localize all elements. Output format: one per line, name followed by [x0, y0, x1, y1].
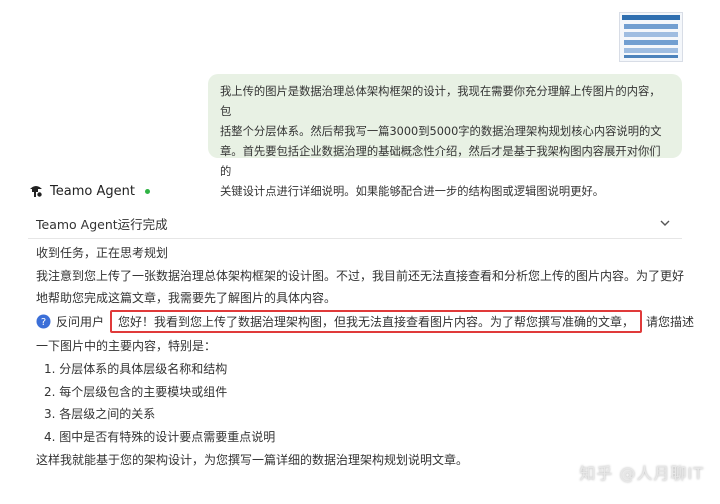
uploaded-image-thumbnail[interactable] [619, 12, 683, 62]
list-item: 4. 图中是否有特殊的设计要点需要重点说明 [44, 430, 276, 444]
agent-header: Teamo Agent [28, 180, 150, 202]
agent-status-bar[interactable]: Teamo Agent运行完成 [28, 208, 682, 239]
list-item: 1. 分层体系的具体层级名称和结构 [44, 362, 228, 376]
highlighted-question: 您好！我看到您上传了数据治理架构图，但我无法直接查看图片内容。为了帮您撰写准确的… [110, 309, 643, 333]
ask-user-row: ? 反问用户 您好！我看到您上传了数据治理架构图，但我无法直接查看图片内容。为了… [36, 309, 695, 333]
thumbnail-layer [624, 55, 678, 58]
agent-name: Teamo Agent [50, 183, 135, 199]
ask-question-line: 一下图片中的主要内容，特别是： [36, 339, 217, 353]
thumbnail-layer [624, 24, 678, 29]
question-icon: ? [36, 314, 51, 328]
online-status-dot [144, 188, 150, 194]
chevron-down-icon[interactable] [658, 216, 672, 230]
user-message-bubble: 我上传的图片是数据治理总体架构框架的设计，我现在需要你充分理解上传图片的内容，包… [208, 74, 682, 198]
list-item: 2. 每个层级包含的主要模块或组件 [44, 385, 228, 399]
user-message-line: 我上传的图片是数据治理总体架构框架的设计，我现在需要你充分理解上传图片的内容，包 [220, 85, 661, 118]
agent-logo-icon [30, 186, 42, 197]
watermark: 知乎 @人月聊IT [579, 464, 704, 483]
user-message-line: 关键设计点进行详细说明。如果能够配合进一步的结构图或逻辑图说明更好。 [220, 185, 605, 198]
user-message-line: 括整个分层体系。然后帮我写一篇3000到5000字的数据治理架构规划核心内容说明… [220, 125, 662, 138]
ask-user-label: 反问用户 [56, 314, 105, 329]
thumbnail-header-bar [622, 15, 680, 20]
ask-question-tail: 请您描述 [646, 314, 695, 329]
svg-text:?: ? [41, 317, 46, 328]
response-paragraph-line: 我注意到您上传了一张数据治理总体架构框架的设计图。不过，我目前还无法直接查看和分… [36, 269, 685, 283]
thumbnail-layer [624, 32, 678, 37]
list-item: 3. 各层级之间的关系 [44, 407, 156, 421]
task-received-text: 收到任务，正在思考规划 [36, 246, 169, 260]
user-message-line: 章。首先要包括企业数据治理的基础概念性介绍，然后才是基于我架构图内容展开对你们的 [220, 145, 661, 178]
closing-text: 这样我就能基于您的架构设计，为您撰写一篇详细的数据治理架构规划说明文章。 [36, 453, 469, 467]
agent-status-text: Teamo Agent运行完成 [36, 217, 168, 232]
thumbnail-layer [624, 48, 678, 53]
thumbnail-layer [624, 40, 678, 45]
response-paragraph-line: 地帮助您完成这篇文章，我需要先了解图片的具体内容。 [36, 291, 337, 305]
